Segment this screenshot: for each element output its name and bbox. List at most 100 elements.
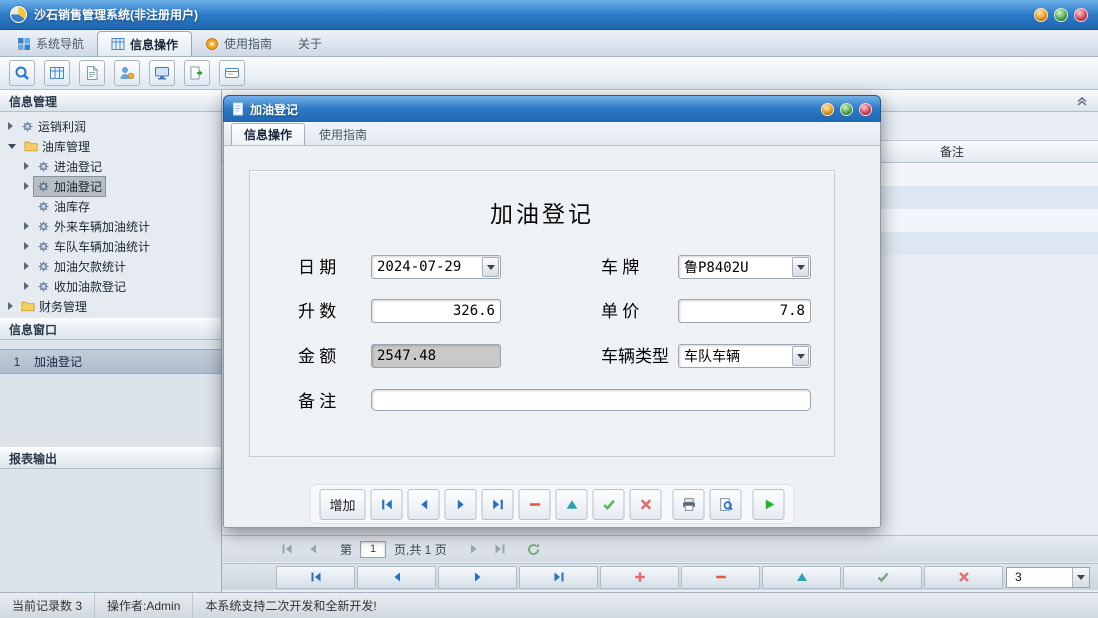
dialog-titlebar[interactable]: 加油登记: [223, 95, 881, 122]
tree-item-label: 外来车辆加油统计: [54, 218, 150, 235]
export-button[interactable]: [184, 60, 210, 86]
status-record-count: 当前记录数 3: [0, 593, 95, 618]
window-list-item[interactable]: 1 加油登记: [0, 349, 221, 374]
add-button[interactable]: 增加: [320, 489, 366, 520]
tab-label: 信息操作: [244, 126, 292, 143]
expand-arrow-icon[interactable]: [24, 162, 29, 170]
page-number-input[interactable]: 1: [360, 541, 386, 558]
vehicle-type-field[interactable]: 车队车辆: [678, 344, 811, 368]
pager-last-button[interactable]: [491, 540, 509, 558]
grid-column-remark[interactable]: 备注: [912, 141, 992, 162]
pager-first-button[interactable]: [278, 540, 296, 558]
delete-record-button[interactable]: [681, 566, 760, 589]
user-settings-button[interactable]: [114, 60, 140, 86]
vehicle-type-dropdown-button[interactable]: [792, 346, 809, 366]
card-view-button[interactable]: [219, 60, 245, 86]
section-header-info-management[interactable]: 信息管理: [0, 90, 221, 112]
table-view-button[interactable]: [44, 60, 70, 86]
tree-item-jinyou-dengji[interactable]: 进油登记: [0, 156, 221, 176]
insert-record-button[interactable]: [600, 566, 679, 589]
close-button[interactable]: [1074, 8, 1088, 22]
form-row: 日 期 2024-07-29 车 牌 鲁P8402U: [250, 255, 834, 280]
cancel-record-button[interactable]: [924, 566, 1003, 589]
expand-arrow-icon[interactable]: [24, 222, 29, 230]
liters-value: 326.6: [372, 303, 500, 319]
chevron-down-icon: [797, 265, 805, 270]
execute-button[interactable]: [753, 489, 785, 520]
monitor-button[interactable]: [149, 60, 175, 86]
next-icon: [471, 570, 485, 584]
tree-item-youku-guanli[interactable]: 油库管理: [0, 136, 221, 156]
first-record-button[interactable]: [276, 566, 355, 589]
last-record-button[interactable]: [482, 489, 514, 520]
tree-item-shou-jiayoukuan-dengji[interactable]: 收加油款登记: [0, 276, 221, 296]
edit-record-button[interactable]: [762, 566, 841, 589]
edit-record-button[interactable]: [556, 489, 588, 520]
form-row: 升 数 326.6 单 价 7.8: [250, 299, 834, 324]
remark-field[interactable]: [371, 389, 811, 411]
expand-arrow-icon[interactable]: [24, 282, 29, 290]
post-record-button[interactable]: [843, 566, 922, 589]
print-button[interactable]: [673, 489, 705, 520]
collapse-arrow-icon[interactable]: [8, 144, 16, 149]
next-record-button[interactable]: [438, 566, 517, 589]
delete-record-button[interactable]: [519, 489, 551, 520]
expand-arrow-icon[interactable]: [24, 242, 29, 250]
prev-icon: [416, 497, 431, 512]
tree-item-content: 收加油款登记: [33, 276, 130, 297]
page-size-select[interactable]: 3: [1006, 567, 1090, 588]
prev-record-button[interactable]: [357, 566, 436, 589]
minimize-button[interactable]: [1034, 8, 1048, 22]
tab-about[interactable]: 关于: [285, 31, 335, 56]
document-button[interactable]: [79, 60, 105, 86]
tab-user-guide[interactable]: 使用指南: [192, 31, 285, 56]
tree-item-wailai-cheliang-tongji[interactable]: 外来车辆加油统计: [0, 216, 221, 236]
tab-system-nav[interactable]: 系统导航: [4, 31, 97, 56]
refresh-button[interactable]: [525, 540, 543, 558]
amount-value: 2547.48: [372, 348, 500, 364]
tree-item-chedui-cheliang-tongji[interactable]: 车队车辆加油统计: [0, 236, 221, 256]
expand-arrow-icon[interactable]: [24, 262, 29, 270]
maximize-button[interactable]: [1054, 8, 1068, 22]
pager-prev-button[interactable]: [304, 540, 322, 558]
date-dropdown-button[interactable]: [482, 257, 499, 277]
section-header-report-output[interactable]: 报表输出: [0, 447, 221, 469]
section-header-info-window[interactable]: 信息窗口: [0, 318, 221, 340]
tree-item-label: 收加油款登记: [54, 278, 126, 295]
confirm-button[interactable]: [593, 489, 625, 520]
pager-next-button[interactable]: [465, 540, 483, 558]
dialog-maximize-button[interactable]: [840, 103, 853, 116]
expand-arrow-icon[interactable]: [8, 122, 13, 130]
date-field[interactable]: 2024-07-29: [371, 255, 501, 279]
liters-field[interactable]: 326.6: [371, 299, 501, 323]
next-record-button[interactable]: [445, 489, 477, 520]
prev-icon: [390, 570, 404, 584]
preview-button[interactable]: [710, 489, 742, 520]
plate-field[interactable]: 鲁P8402U: [678, 255, 811, 279]
plate-dropdown-button[interactable]: [792, 257, 809, 277]
expand-arrow-icon[interactable]: [8, 302, 13, 310]
search-button[interactable]: [9, 60, 35, 86]
dialog-close-button[interactable]: [859, 103, 872, 116]
tree-item-jiayou-qiankuan-tongji[interactable]: 加油欠款统计: [0, 256, 221, 276]
tree-item-caiwu-guanli[interactable]: 财务管理: [0, 296, 221, 316]
amount-field-readonly: 2547.48: [371, 344, 501, 368]
dropdown-arrow-button[interactable]: [1072, 568, 1089, 587]
expand-arrow-icon[interactable]: [24, 182, 29, 190]
gear-icon: [21, 120, 34, 133]
dialog-minimize-button[interactable]: [821, 103, 834, 116]
cancel-button[interactable]: [630, 489, 662, 520]
tree-item-yunxiao-lirun[interactable]: 运销利润: [0, 116, 221, 136]
collapse-panel-icon[interactable]: [1074, 93, 1090, 109]
info-window-list: 1 加油登记: [0, 340, 221, 447]
price-field[interactable]: 7.8: [678, 299, 811, 323]
printer-icon: [681, 497, 696, 512]
dialog-tab-info-operation[interactable]: 信息操作: [231, 123, 305, 145]
tree-item-youkucun[interactable]: 油库存: [0, 196, 221, 216]
dialog-tab-user-guide[interactable]: 使用指南: [307, 123, 379, 145]
tab-info-operation[interactable]: 信息操作: [97, 31, 192, 56]
tree-item-jiayou-dengji[interactable]: 加油登记: [0, 176, 221, 196]
prev-record-button[interactable]: [408, 489, 440, 520]
first-record-button[interactable]: [371, 489, 403, 520]
last-record-button[interactable]: [519, 566, 598, 589]
